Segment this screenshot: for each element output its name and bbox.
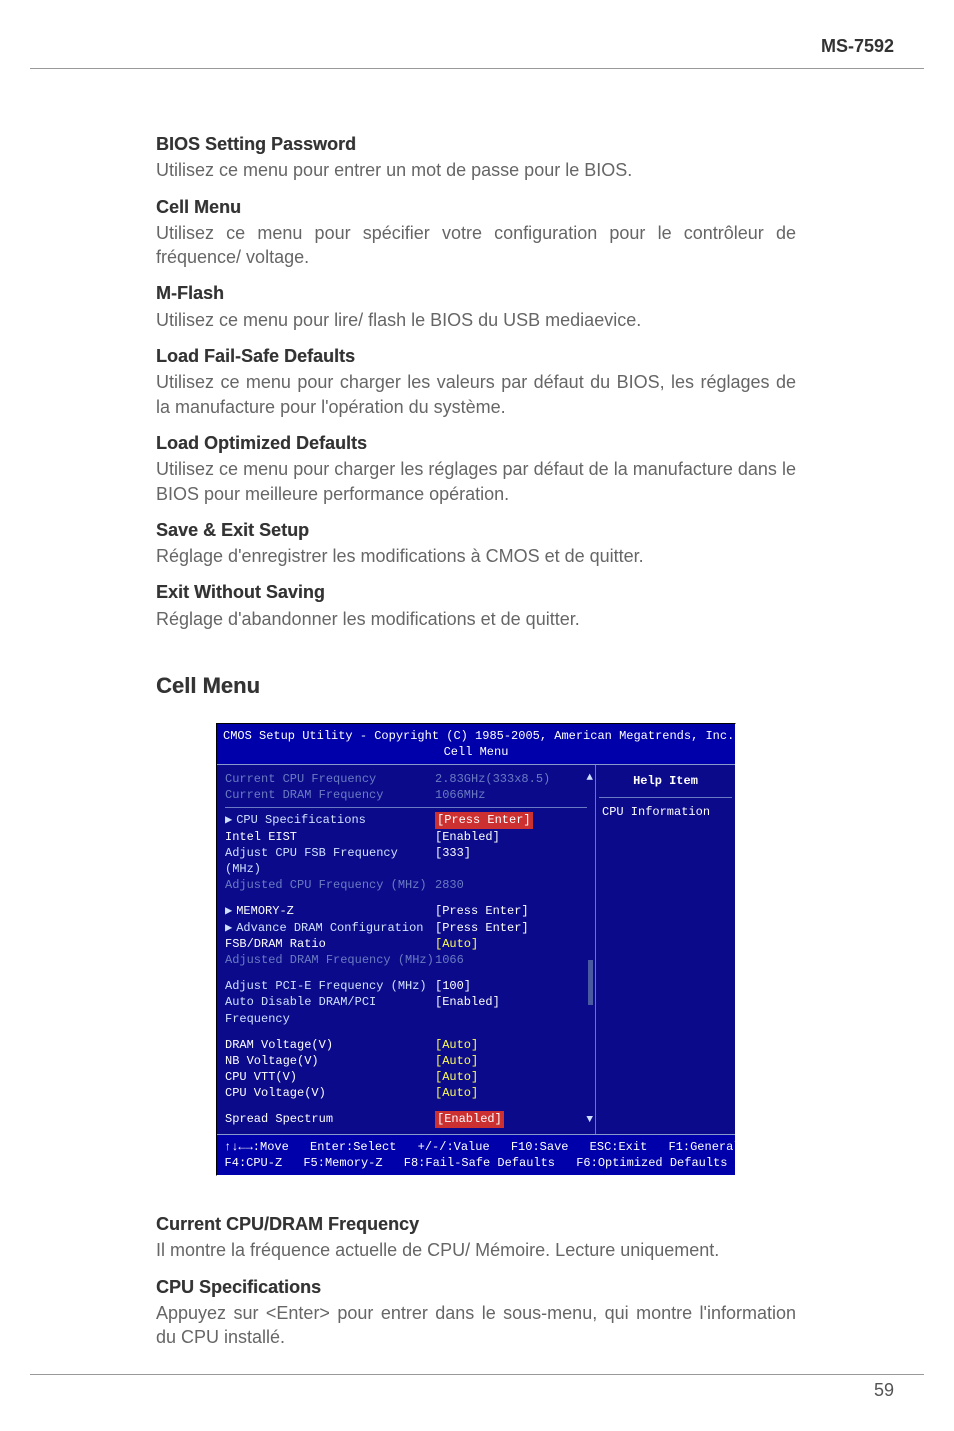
row-auto-disable[interactable]: Auto Disable DRAM/PCI Frequency [Enabled… (225, 994, 587, 1026)
hint-select: Enter:Select (310, 1139, 396, 1155)
hint-move: ↑↓←→:Move (224, 1139, 289, 1155)
sec-title-bios-password: BIOS Setting Password (156, 132, 796, 156)
row-current-dram-freq: Current DRAM Frequency 1066MHz (225, 787, 587, 803)
hint-value: +/-/:Value (418, 1139, 490, 1155)
page-number: 59 (874, 1380, 894, 1401)
row-advance-dram[interactable]: ▶Advance DRAM Configuration [Press Enter… (225, 920, 587, 936)
sec-body-m-flash: Utilisez ce menu pour lire/ flash le BIO… (156, 308, 796, 332)
submenu-arrow-icon: ▶ (225, 921, 232, 935)
header-product-code: MS-7592 (821, 36, 894, 57)
sec-body-exit-nosave: Réglage d'abandonner les modifications e… (156, 607, 796, 631)
bios-title-line1: CMOS Setup Utility - Copyright (C) 1985-… (223, 728, 729, 744)
scrollbar-thumb[interactable] (588, 960, 593, 1005)
row-cpu-specs[interactable]: ▶CPU Specifications [Press Enter] (225, 812, 587, 828)
scroll-down-icon[interactable]: ▼ (586, 1113, 593, 1128)
bios-screenshot: CMOS Setup Utility - Copyright (C) 1985-… (216, 723, 736, 1176)
row-memory-z[interactable]: ▶MEMORY-Z [Press Enter] (225, 903, 587, 919)
sec-body-bios-password: Utilisez ce menu pour entrer un mot de p… (156, 158, 796, 182)
row-cpu-vtt[interactable]: CPU VTT(V) [Auto] (225, 1069, 587, 1085)
bios-main-panel: ▲ ▼ Current CPU Frequency 2.83GHz(333x8.… (217, 765, 595, 1134)
row-adjust-cpu-fsb[interactable]: Adjust CPU FSB Frequency (MHz) [333] (225, 845, 587, 877)
bios-help-panel: Help Item CPU Information (595, 765, 735, 1134)
bios-footer: ↑↓←→:Move Enter:Select +/-/:Value F10:Sa… (217, 1134, 735, 1175)
sec-title-cell-menu: Cell Menu (156, 195, 796, 219)
hint-help: F1:General Help (668, 1139, 776, 1155)
sec-body-cur-cpu-dram: Il montre la fréquence actuelle de CPU/ … (156, 1238, 796, 1262)
row-dram-voltage[interactable]: DRAM Voltage(V) [Auto] (225, 1037, 587, 1053)
sec-title-save-exit: Save & Exit Setup (156, 518, 796, 542)
page-content: BIOS Setting Password Utilisez ce menu p… (156, 120, 796, 1354)
row-adjusted-dram-freq: Adjusted DRAM Frequency (MHz) 1066 (225, 952, 587, 968)
sec-title-optimized: Load Optimized Defaults (156, 431, 796, 455)
divider (225, 807, 587, 808)
hint-optimized: F6:Optimized Defaults (576, 1155, 727, 1171)
help-body: CPU Information (602, 804, 729, 820)
row-adjusted-cpu-freq: Adjusted CPU Frequency (MHz) 2830 (225, 877, 587, 893)
submenu-arrow-icon: ▶ (225, 904, 232, 918)
help-divider (599, 797, 732, 798)
help-title: Help Item (602, 771, 729, 793)
bios-title-line2: Cell Menu (223, 744, 729, 760)
hint-cpu-z: F4:CPU-Z (225, 1155, 283, 1171)
submenu-arrow-icon: ▶ (225, 813, 232, 827)
sec-title-exit-nosave: Exit Without Saving (156, 580, 796, 604)
row-nb-voltage[interactable]: NB Voltage(V) [Auto] (225, 1053, 587, 1069)
sec-body-cpu-specs: Appuyez sur <Enter> pour entrer dans le … (156, 1301, 796, 1350)
row-current-cpu-freq: Current CPU Frequency 2.83GHz(333x8.5) (225, 771, 587, 787)
row-intel-eist[interactable]: Intel EIST [Enabled] (225, 829, 587, 845)
scroll-up-icon[interactable]: ▲ (586, 771, 593, 786)
hint-save: F10:Save (511, 1139, 569, 1155)
row-fsb-dram-ratio[interactable]: FSB/DRAM Ratio [Auto] (225, 936, 587, 952)
sec-title-m-flash: M-Flash (156, 281, 796, 305)
sec-body-save-exit: Réglage d'enregistrer les modifications … (156, 544, 796, 568)
footer-rule (30, 1374, 924, 1375)
bios-title: CMOS Setup Utility - Copyright (C) 1985-… (217, 724, 735, 765)
hint-exit: ESC:Exit (590, 1139, 648, 1155)
bios-window: CMOS Setup Utility - Copyright (C) 1985-… (216, 723, 736, 1176)
row-pci-e-freq[interactable]: Adjust PCI-E Frequency (MHz) [100] (225, 978, 587, 994)
hint-failsafe: F8:Fail-Safe Defaults (404, 1155, 555, 1171)
sec-body-optimized: Utilisez ce menu pour charger les réglag… (156, 457, 796, 506)
bios-body: ▲ ▼ Current CPU Frequency 2.83GHz(333x8.… (217, 765, 735, 1134)
hint-memory-z: F5:Memory-Z (303, 1155, 382, 1171)
row-cpu-voltage[interactable]: CPU Voltage(V) [Auto] (225, 1085, 587, 1101)
sec-body-failsafe: Utilisez ce menu pour charger les valeur… (156, 370, 796, 419)
sec-title-failsafe: Load Fail-Safe Defaults (156, 344, 796, 368)
heading-cell-menu: Cell Menu (156, 671, 796, 701)
row-spread-spectrum[interactable]: Spread Spectrum [Enabled] (225, 1111, 587, 1127)
top-rule (30, 68, 924, 69)
sec-body-cell-menu: Utilisez ce menu pour spécifier votre co… (156, 221, 796, 270)
sec-title-cur-cpu-dram: Current CPU/DRAM Frequency (156, 1212, 796, 1236)
sec-title-cpu-specs: CPU Specifications (156, 1275, 796, 1299)
